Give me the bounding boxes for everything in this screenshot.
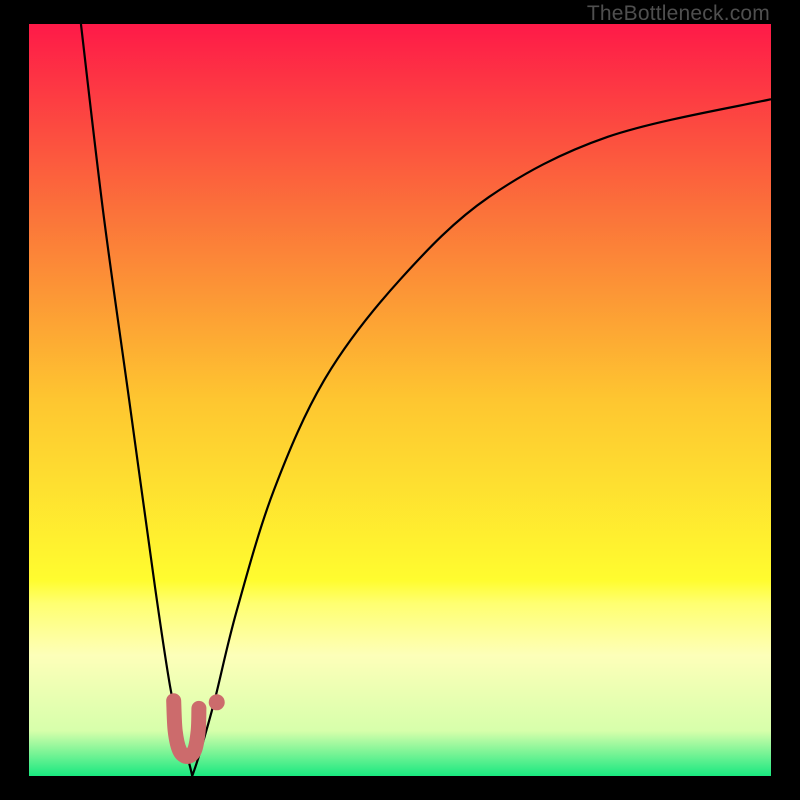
watermark-text: TheBottleneck.com — [587, 2, 770, 26]
outer-frame: TheBottleneck.com — [0, 0, 800, 800]
optimum-marker — [29, 24, 771, 776]
plot-area — [29, 24, 771, 776]
